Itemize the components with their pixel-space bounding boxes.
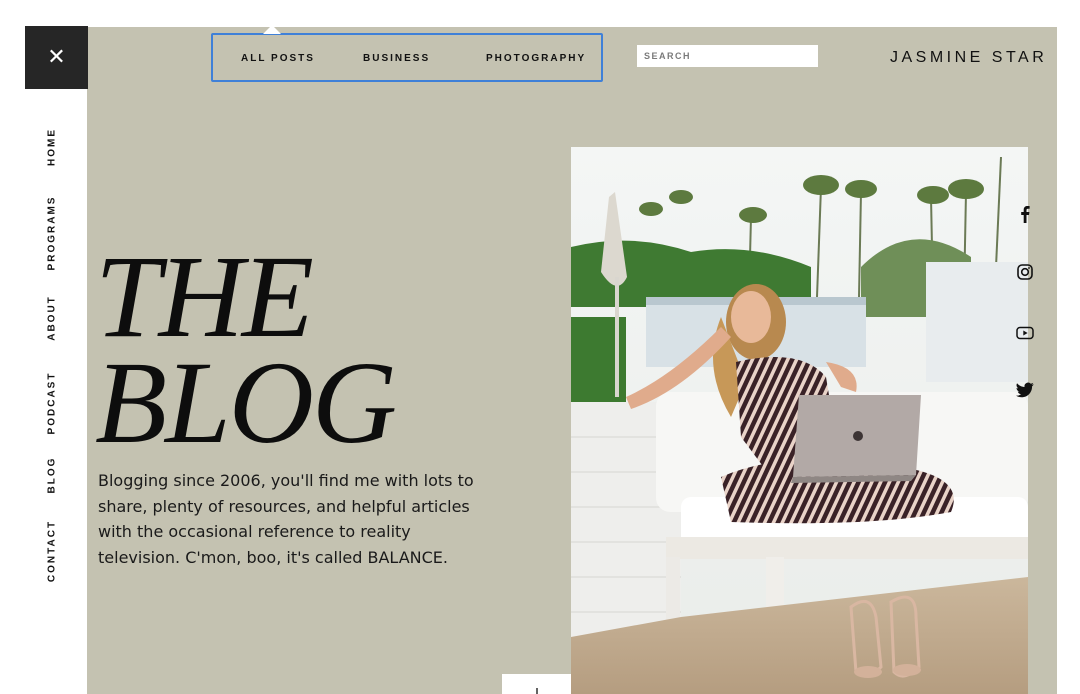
close-icon: ✕ — [47, 45, 66, 70]
instagram-icon[interactable] — [1016, 263, 1034, 281]
youtube-icon[interactable] — [1016, 324, 1034, 342]
side-navigation: HOME PROGRAMS ABOUT PODCAST BLOG CONTACT — [25, 89, 87, 694]
hero-photo — [571, 147, 1028, 694]
search-input[interactable] — [637, 45, 818, 67]
twitter-icon[interactable] — [1016, 381, 1034, 399]
active-indicator — [263, 25, 281, 34]
intro-paragraph: Blogging since 2006, you'll find me with… — [98, 471, 474, 568]
page-title-line-2: BLOG — [95, 337, 397, 468]
nav-link-all-posts[interactable]: ALL POSTS — [241, 53, 315, 64]
page-title: THE BLOG — [95, 231, 397, 468]
nav-link-photography[interactable]: PHOTOGRAPHY — [486, 53, 586, 64]
arrow-up-icon — [535, 688, 538, 694]
page-title-line-1: THE — [95, 231, 314, 362]
scroll-down-button[interactable] — [502, 674, 571, 694]
close-menu-button[interactable]: ✕ — [25, 26, 88, 89]
facebook-icon[interactable] — [1016, 205, 1034, 223]
blog-category-nav: ALL POSTS BUSINESS PHOTOGRAPHY — [211, 25, 603, 82]
nav-link-business[interactable]: BUSINESS — [363, 53, 430, 64]
brand-logo[interactable]: JASMINE STAR — [890, 49, 1047, 67]
